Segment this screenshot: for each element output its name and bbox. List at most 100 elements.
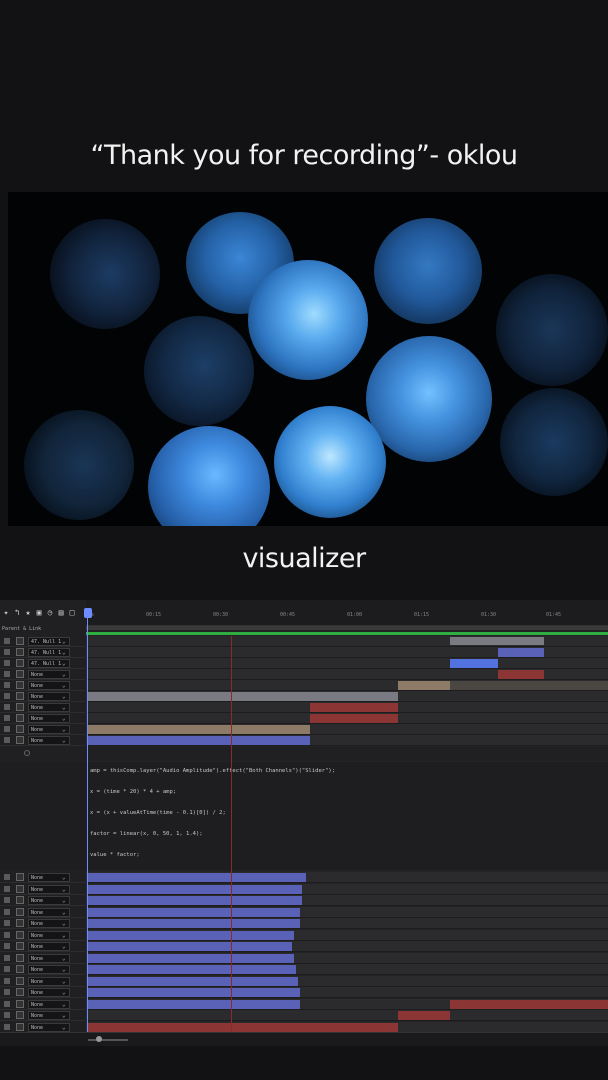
track-row[interactable]: [86, 680, 608, 691]
track-row[interactable]: [86, 929, 608, 941]
layer-bar[interactable]: [88, 1022, 398, 1032]
layer-bar[interactable]: [88, 873, 306, 882]
layer-bar[interactable]: [88, 725, 310, 734]
layer-bar[interactable]: [498, 648, 544, 657]
layer-bar[interactable]: [498, 670, 544, 679]
layer-bar[interactable]: [88, 988, 300, 997]
layer-row[interactable]: None ⌄: [0, 713, 86, 724]
layer-row[interactable]: None ⌄: [0, 691, 86, 702]
switch-icon[interactable]: [16, 976, 24, 985]
layer-row[interactable]: None ⌄: [0, 702, 86, 713]
track-row[interactable]: [86, 895, 608, 906]
eye-icon[interactable]: [4, 966, 10, 972]
layer-bar[interactable]: [398, 1011, 450, 1020]
eye-icon[interactable]: [4, 682, 10, 688]
switch-icon[interactable]: [16, 670, 24, 678]
layer-bar[interactable]: [88, 965, 296, 974]
layer-row[interactable]: None ⌄: [0, 884, 86, 895]
layer-bar[interactable]: [88, 953, 294, 963]
switch-icon[interactable]: [16, 999, 24, 1008]
eye-icon[interactable]: [4, 649, 10, 655]
playhead-handle[interactable]: [84, 608, 92, 618]
track-row[interactable]: [86, 952, 608, 964]
frame-icon[interactable]: ▣: [35, 608, 43, 618]
switch-icon[interactable]: [16, 725, 24, 733]
switch-icon[interactable]: [16, 703, 24, 711]
track-row[interactable]: [86, 975, 608, 987]
expression-toggle-icon[interactable]: [24, 750, 30, 756]
track-row[interactable]: [86, 941, 608, 952]
eye-icon[interactable]: [4, 931, 10, 938]
track-row[interactable]: [86, 724, 608, 735]
track-row[interactable]: [86, 883, 608, 895]
eye-icon[interactable]: [4, 908, 10, 915]
switch-icon[interactable]: [16, 907, 24, 916]
eye-icon[interactable]: [4, 874, 10, 880]
layer-row[interactable]: None ⌄: [0, 872, 86, 883]
track-row[interactable]: [86, 987, 608, 998]
switch-icon[interactable]: [16, 873, 24, 881]
layer-bar[interactable]: [310, 714, 398, 723]
layer-row[interactable]: None ⌄: [0, 907, 86, 918]
graph-icon[interactable]: ▤: [57, 608, 65, 618]
eye-icon[interactable]: [4, 715, 10, 721]
layer-row[interactable]: None ⌄: [0, 999, 86, 1010]
eye-icon[interactable]: [4, 638, 10, 644]
eye-icon[interactable]: [4, 977, 10, 984]
switch-icon[interactable]: [16, 896, 24, 904]
eye-icon[interactable]: [4, 943, 10, 949]
layer-bar[interactable]: [88, 930, 294, 940]
track-row[interactable]: [86, 636, 608, 647]
layer-bar[interactable]: [450, 999, 608, 1009]
layer-bar[interactable]: [88, 976, 298, 986]
switch-icon[interactable]: [16, 942, 24, 950]
switch-icon[interactable]: [16, 988, 24, 996]
eye-icon[interactable]: [4, 897, 10, 903]
zoom-slider[interactable]: [88, 1039, 128, 1041]
layer-row[interactable]: None ⌄: [0, 735, 86, 746]
switch-icon[interactable]: [16, 736, 24, 744]
layer-row[interactable]: None ⌄: [0, 953, 86, 964]
layer-row[interactable]: 47. Null 1 ⌄: [0, 636, 86, 647]
pin-icon[interactable]: ✦: [2, 608, 10, 618]
layer-row[interactable]: None ⌄: [0, 964, 86, 975]
track-row[interactable]: [86, 669, 608, 680]
track-row[interactable]: [86, 918, 608, 929]
zoom-slider-knob[interactable]: [96, 1036, 102, 1042]
track-row[interactable]: [86, 735, 608, 746]
layer-row[interactable]: None ⌄: [0, 669, 86, 680]
track-row[interactable]: [86, 713, 608, 724]
eye-icon[interactable]: [4, 1012, 10, 1018]
layer-row[interactable]: None ⌄: [0, 930, 86, 941]
layer-row[interactable]: None ⌄: [0, 918, 86, 929]
stopwatch-icon[interactable]: ◷: [46, 608, 54, 618]
track-row[interactable]: [86, 906, 608, 918]
layer-bar[interactable]: [450, 659, 498, 668]
switch-icon[interactable]: [16, 1011, 24, 1019]
track-row[interactable]: [86, 1010, 608, 1021]
switch-icon[interactable]: [16, 884, 24, 893]
eye-icon[interactable]: [4, 660, 10, 666]
layer-row[interactable]: None ⌄: [0, 724, 86, 735]
layer-row[interactable]: None ⌄: [0, 680, 86, 691]
layer-bar[interactable]: [88, 692, 398, 701]
track-row[interactable]: [86, 964, 608, 975]
eye-icon[interactable]: [4, 671, 10, 677]
layer-row[interactable]: 47. Null 1 ⌄: [0, 647, 86, 658]
layer-row[interactable]: None ⌄: [0, 895, 86, 906]
layer-bar[interactable]: [450, 681, 608, 690]
eye-icon[interactable]: [4, 885, 10, 892]
layer-row[interactable]: None ⌄: [0, 941, 86, 952]
layer-row[interactable]: None ⌄: [0, 987, 86, 998]
switch-icon[interactable]: [16, 681, 24, 689]
work-area-bar[interactable]: [86, 626, 608, 630]
switch-icon[interactable]: [16, 692, 24, 700]
switch-icon[interactable]: [16, 714, 24, 722]
switch-icon[interactable]: [16, 930, 24, 939]
switch-icon[interactable]: [16, 648, 24, 656]
time-ruler[interactable]: 0s 00:15 00:30 00:45 01:00 01:15 01:30 0…: [86, 600, 608, 626]
layer-bar[interactable]: [88, 907, 300, 917]
layer-row[interactable]: None ⌄: [0, 976, 86, 987]
switch-icon[interactable]: [16, 637, 24, 645]
track-row[interactable]: [86, 691, 608, 702]
